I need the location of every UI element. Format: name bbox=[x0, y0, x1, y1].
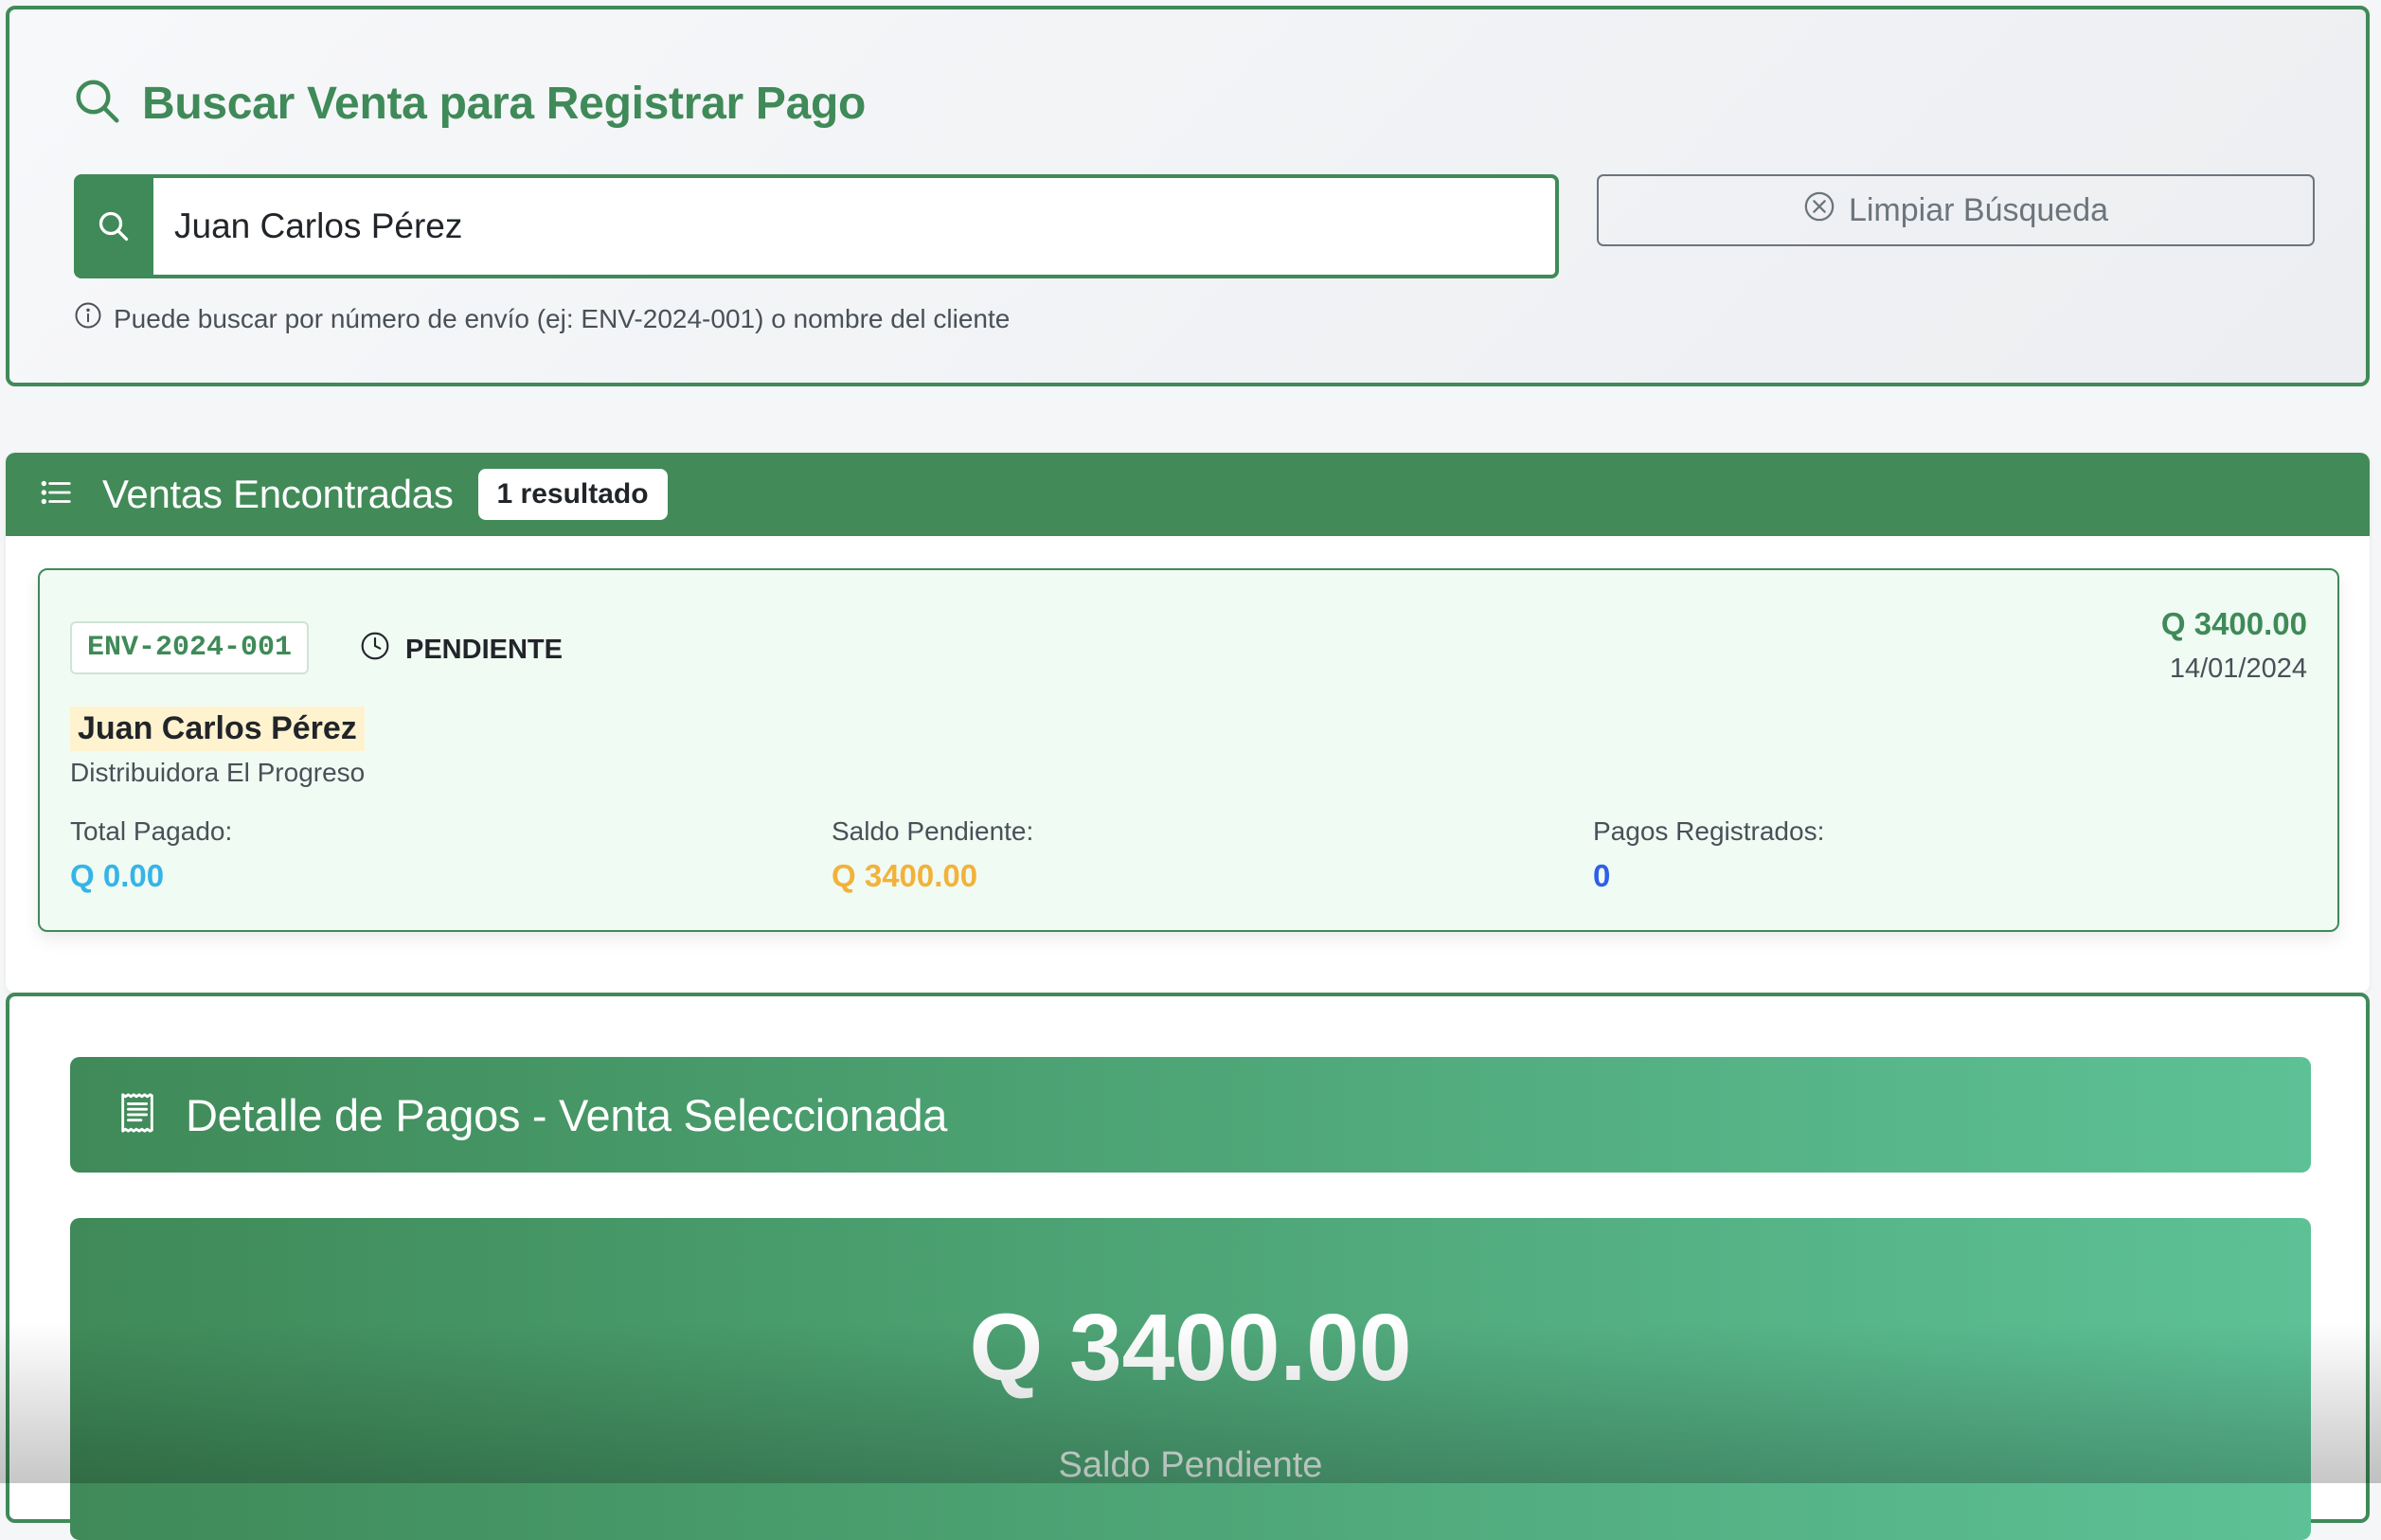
status-text: PENDIENTE bbox=[405, 634, 563, 665]
balance-stat: Saldo Pendiente: Q 3400.00 bbox=[832, 816, 1033, 894]
search-input[interactable] bbox=[153, 174, 1559, 278]
clear-search-label: Limpiar Búsqueda bbox=[1848, 191, 2109, 228]
results-card: Ventas Encontradas 1 resultado ENV-2024-… bbox=[6, 453, 2370, 993]
results-title: Ventas Encontradas bbox=[102, 472, 454, 516]
receipt-icon bbox=[116, 1091, 159, 1139]
detail-card: Detalle de Pagos - Venta Seleccionada Q … bbox=[6, 993, 2370, 1540]
x-circle-icon bbox=[1803, 190, 1849, 231]
info-circle-icon bbox=[74, 301, 114, 336]
results-header: Ventas Encontradas 1 resultado bbox=[6, 453, 2370, 536]
status-badge: PENDIENTE bbox=[360, 631, 563, 669]
results-count-badge: 1 resultado bbox=[477, 469, 668, 520]
balance-amount: Q 3400.00 bbox=[969, 1295, 1412, 1401]
total-paid-label: Total Pagado: bbox=[70, 816, 233, 846]
payments-stat: Pagos Registrados: 0 bbox=[1593, 816, 1824, 894]
payments-value: 0 bbox=[1593, 858, 1611, 893]
client-company: Distribuidora El Progreso bbox=[70, 758, 366, 787]
search-header: Buscar Venta para Registrar Pago bbox=[72, 76, 866, 132]
clock-icon bbox=[360, 631, 405, 669]
balance-label: Saldo Pendiente: bbox=[832, 816, 1034, 846]
search-title: Buscar Venta para Registrar Pago bbox=[142, 79, 867, 129]
sale-date: 14/01/2024 bbox=[2169, 654, 2307, 684]
sale-amount: Q 3400.00 bbox=[2160, 606, 2307, 641]
total-paid-value: Q 0.00 bbox=[70, 858, 165, 893]
search-hint: Puede buscar por número de envío (ej: EN… bbox=[74, 301, 1010, 336]
search-addon-icon bbox=[74, 174, 153, 278]
search-icon bbox=[72, 76, 123, 132]
sale-result-item[interactable]: ENV-2024-001 PENDIENTE Q 3400.00 14/01/2… bbox=[38, 568, 2339, 932]
clear-search-button[interactable]: Limpiar Búsqueda bbox=[1597, 174, 2315, 246]
sale-code-badge: ENV-2024-001 bbox=[70, 621, 310, 674]
total-paid-stat: Total Pagado: Q 0.00 bbox=[70, 816, 232, 894]
search-input-group bbox=[74, 174, 1559, 278]
search-card: Buscar Venta para Registrar Pago Limpiar… bbox=[6, 6, 2370, 386]
payments-label: Pagos Registrados: bbox=[1593, 816, 1825, 846]
balance-summary-label: Saldo Pendiente bbox=[1058, 1445, 1323, 1485]
balance-summary-panel: Q 3400.00 Saldo Pendiente bbox=[70, 1218, 2311, 1540]
search-hint-text: Puede buscar por número de envío (ej: EN… bbox=[114, 303, 1011, 333]
detail-header: Detalle de Pagos - Venta Seleccionada bbox=[70, 1057, 2311, 1173]
client-name: Juan Carlos Pérez bbox=[70, 707, 365, 751]
balance-value: Q 3400.00 bbox=[832, 858, 978, 893]
detail-title: Detalle de Pagos - Venta Seleccionada bbox=[186, 1089, 948, 1140]
list-icon bbox=[38, 475, 74, 515]
